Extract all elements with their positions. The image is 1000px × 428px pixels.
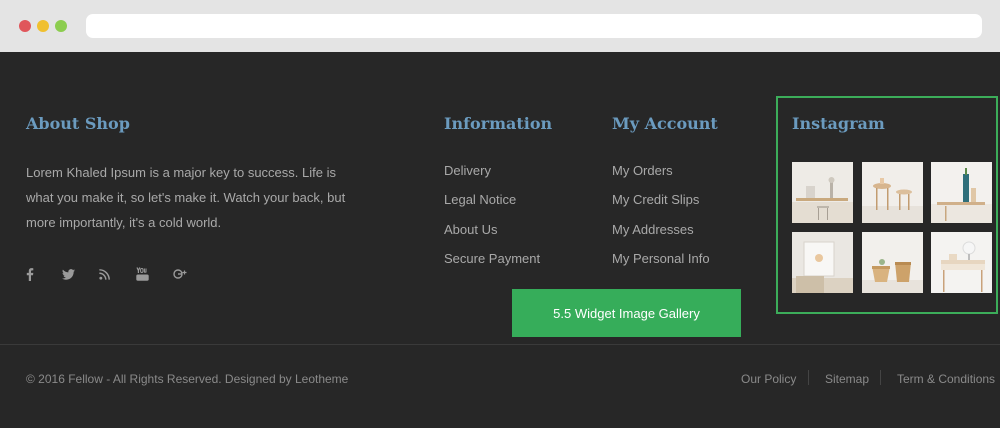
about-shop-heading: About Shop xyxy=(26,114,130,133)
link-sitemap[interactable]: Sitemap xyxy=(825,372,869,386)
youtube-icon[interactable] xyxy=(134,266,150,282)
link-about-us[interactable]: About Us xyxy=(444,222,497,237)
site-footer: About Shop Lorem Khaled Ipsum is a major… xyxy=(0,52,1000,428)
about-shop-text: Lorem Khaled Ipsum is a major key to suc… xyxy=(26,165,346,230)
my-account-heading: My Account xyxy=(612,114,718,133)
bottom-link-separator xyxy=(808,370,809,385)
link-my-personal-info[interactable]: My Personal Info xyxy=(612,251,710,266)
footer-divider xyxy=(0,344,1000,345)
instagram-photo-stools[interactable] xyxy=(862,162,923,223)
bottom-link-separator xyxy=(880,370,881,385)
browser-bar xyxy=(0,0,1000,52)
address-bar[interactable] xyxy=(86,14,982,38)
facebook-icon[interactable] xyxy=(22,266,38,282)
instagram-photo-desk[interactable] xyxy=(792,162,853,223)
instagram-photo-frame[interactable] xyxy=(792,232,853,293)
link-my-addresses[interactable]: My Addresses xyxy=(612,222,694,237)
link-delivery[interactable]: Delivery xyxy=(444,163,491,178)
instagram-heading: Instagram xyxy=(792,114,885,133)
window-maximize-dot[interactable] xyxy=(55,20,67,32)
google-plus-icon[interactable] xyxy=(172,266,188,282)
twitter-icon[interactable] xyxy=(60,266,76,282)
copyright-text: © 2016 Fellow - All Rights Reserved. Des… xyxy=(26,372,349,386)
instagram-photo-lamp[interactable] xyxy=(931,232,992,293)
rss-icon[interactable] xyxy=(96,266,112,282)
instagram-photo-baskets[interactable] xyxy=(862,232,923,293)
link-my-credit-slips[interactable]: My Credit Slips xyxy=(612,192,699,207)
link-legal-notice[interactable]: Legal Notice xyxy=(444,192,516,207)
window-close-dot[interactable] xyxy=(19,20,31,32)
link-my-orders[interactable]: My Orders xyxy=(612,163,673,178)
link-secure-payment[interactable]: Secure Payment xyxy=(444,251,540,266)
window-minimize-dot[interactable] xyxy=(37,20,49,32)
link-terms-conditions[interactable]: Term & Conditions xyxy=(897,372,995,386)
link-our-policy[interactable]: Our Policy xyxy=(741,372,796,386)
instagram-photo-vase[interactable] xyxy=(931,162,992,223)
information-heading: Information xyxy=(444,114,553,133)
widget-callout-label: 5.5 Widget Image Gallery xyxy=(512,289,741,337)
